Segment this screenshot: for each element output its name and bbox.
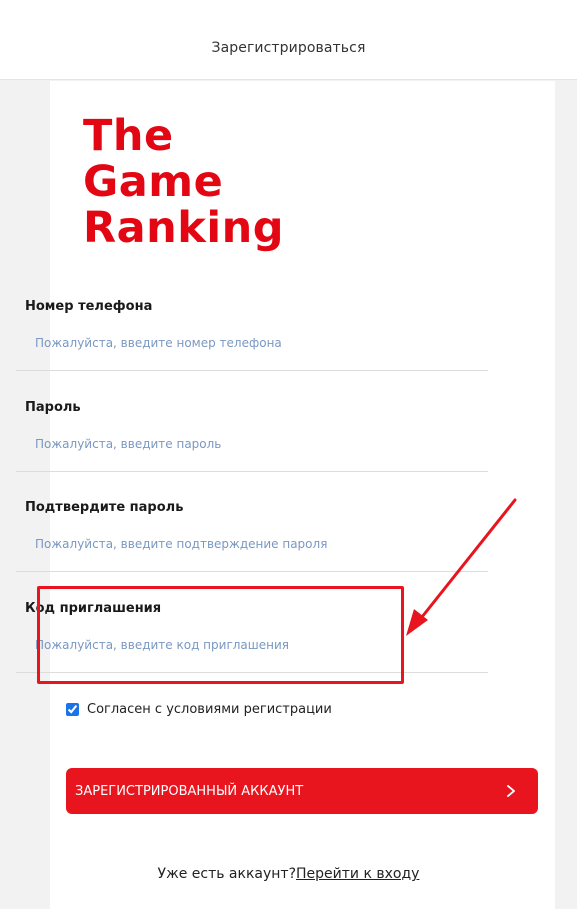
phone-field: Номер телефона [16,299,488,391]
phone-divider [16,370,488,371]
go-to-login-link[interactable]: Перейти к входу [296,866,419,882]
password-field: Пароль [16,400,488,492]
phone-input[interactable] [16,321,488,365]
register-account-button[interactable]: ЗАРЕГИСТРИРОВАННЫЙ АККАУНТ [66,768,538,814]
password-input[interactable] [16,422,488,466]
page-title: Зарегистрироваться [211,40,366,56]
phone-label: Номер телефона [25,299,153,314]
invite-code-field: Код приглашения [16,601,488,693]
logo-line-1: The [83,111,174,161]
logo-line-2: Game [83,157,224,207]
invite-code-label: Код приглашения [25,601,162,616]
confirm-password-divider [16,571,488,572]
login-prompt-text: Уже есть аккаунт? [157,866,297,882]
confirm-password-input[interactable] [16,522,488,566]
chevron-right-icon [507,785,515,797]
terms-checkbox[interactable] [66,702,79,716]
logo-line-3: Ranking [83,203,284,253]
page-header: Зарегистрироваться [0,0,577,80]
invite-code-input[interactable] [16,623,488,667]
register-button-label: ЗАРЕГИСТРИРОВАННЫЙ АККАУНТ [75,783,304,799]
password-label: Пароль [25,400,81,415]
confirm-password-label: Подтвердите пароль [25,500,184,515]
confirm-password-field: Подтвердите пароль [16,500,488,592]
terms-agreement[interactable]: Согласен с условиями регистрации [66,700,332,718]
terms-label: Согласен с условиями регистрации [87,701,332,717]
invite-code-divider [16,672,488,673]
password-divider [16,471,488,472]
brand-logo: The Game Ranking [83,113,284,251]
login-prompt: Уже есть аккаунт?Перейти к входу [0,866,577,882]
